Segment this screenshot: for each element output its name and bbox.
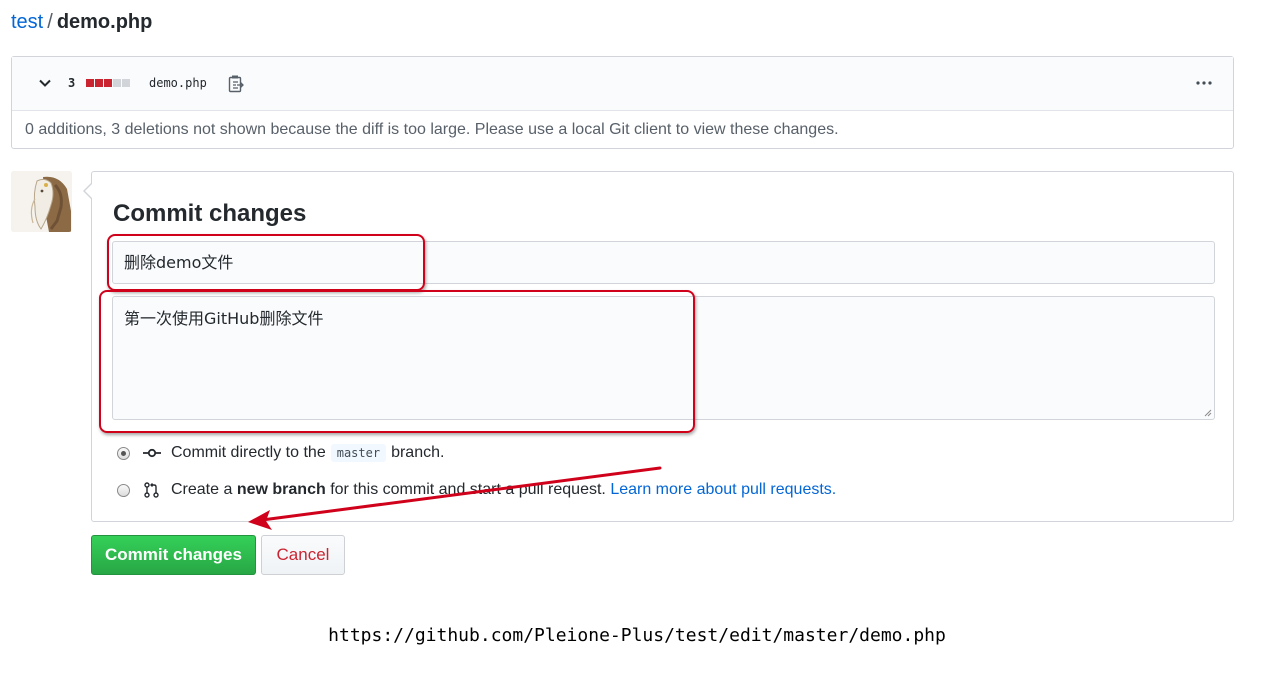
commit-direct-radio[interactable] [117, 446, 130, 460]
deletions-count: 3 [68, 76, 76, 90]
kebab-horizontal-icon[interactable] [1195, 77, 1213, 89]
commit-changes-button[interactable]: Commit changes [91, 535, 256, 575]
diffstat-block [95, 79, 103, 87]
file-name: demo.php [149, 76, 207, 90]
avatar-image [11, 171, 72, 232]
chevron-down-icon[interactable] [38, 76, 52, 90]
clipboard-icon[interactable] [227, 74, 245, 93]
caption-url: https://github.com/Pleione-Plus/test/edi… [328, 625, 946, 646]
commit-form-title: Commit changes [113, 200, 307, 227]
diffstat [86, 79, 130, 87]
cancel-button[interactable]: Cancel [261, 535, 345, 575]
avatar[interactable] [11, 171, 72, 232]
diffstat-block [122, 79, 130, 87]
file-diff-box: 3 demo.php 0 additions, 3 deletions not … [11, 56, 1234, 149]
new-branch-radio[interactable] [117, 483, 130, 497]
git-commit-icon [143, 448, 161, 458]
new-branch-text-start: Create a [171, 481, 233, 498]
breadcrumb-file: demo.php [56, 11, 153, 33]
file-header: 3 demo.php [12, 57, 1233, 111]
speech-arrow-inner [85, 183, 93, 199]
breadcrumb-separator: / [47, 11, 53, 33]
commit-description-textarea[interactable]: 第一次使用GitHub删除文件 [112, 296, 1215, 420]
git-pull-request-icon [144, 482, 159, 498]
resize-grip-icon[interactable] [1202, 407, 1212, 417]
diff-too-large-message: 0 additions, 3 deletions not shown becau… [25, 121, 839, 138]
breadcrumb: test / demo.php [11, 9, 152, 35]
diffstat-block [104, 79, 112, 87]
diffstat-block [86, 79, 94, 87]
breadcrumb-repo-link[interactable]: test [11, 11, 43, 33]
commit-summary-input[interactable]: 删除demo文件 [112, 241, 1215, 284]
diffstat-block [113, 79, 121, 87]
annotation-arrow [248, 466, 662, 530]
